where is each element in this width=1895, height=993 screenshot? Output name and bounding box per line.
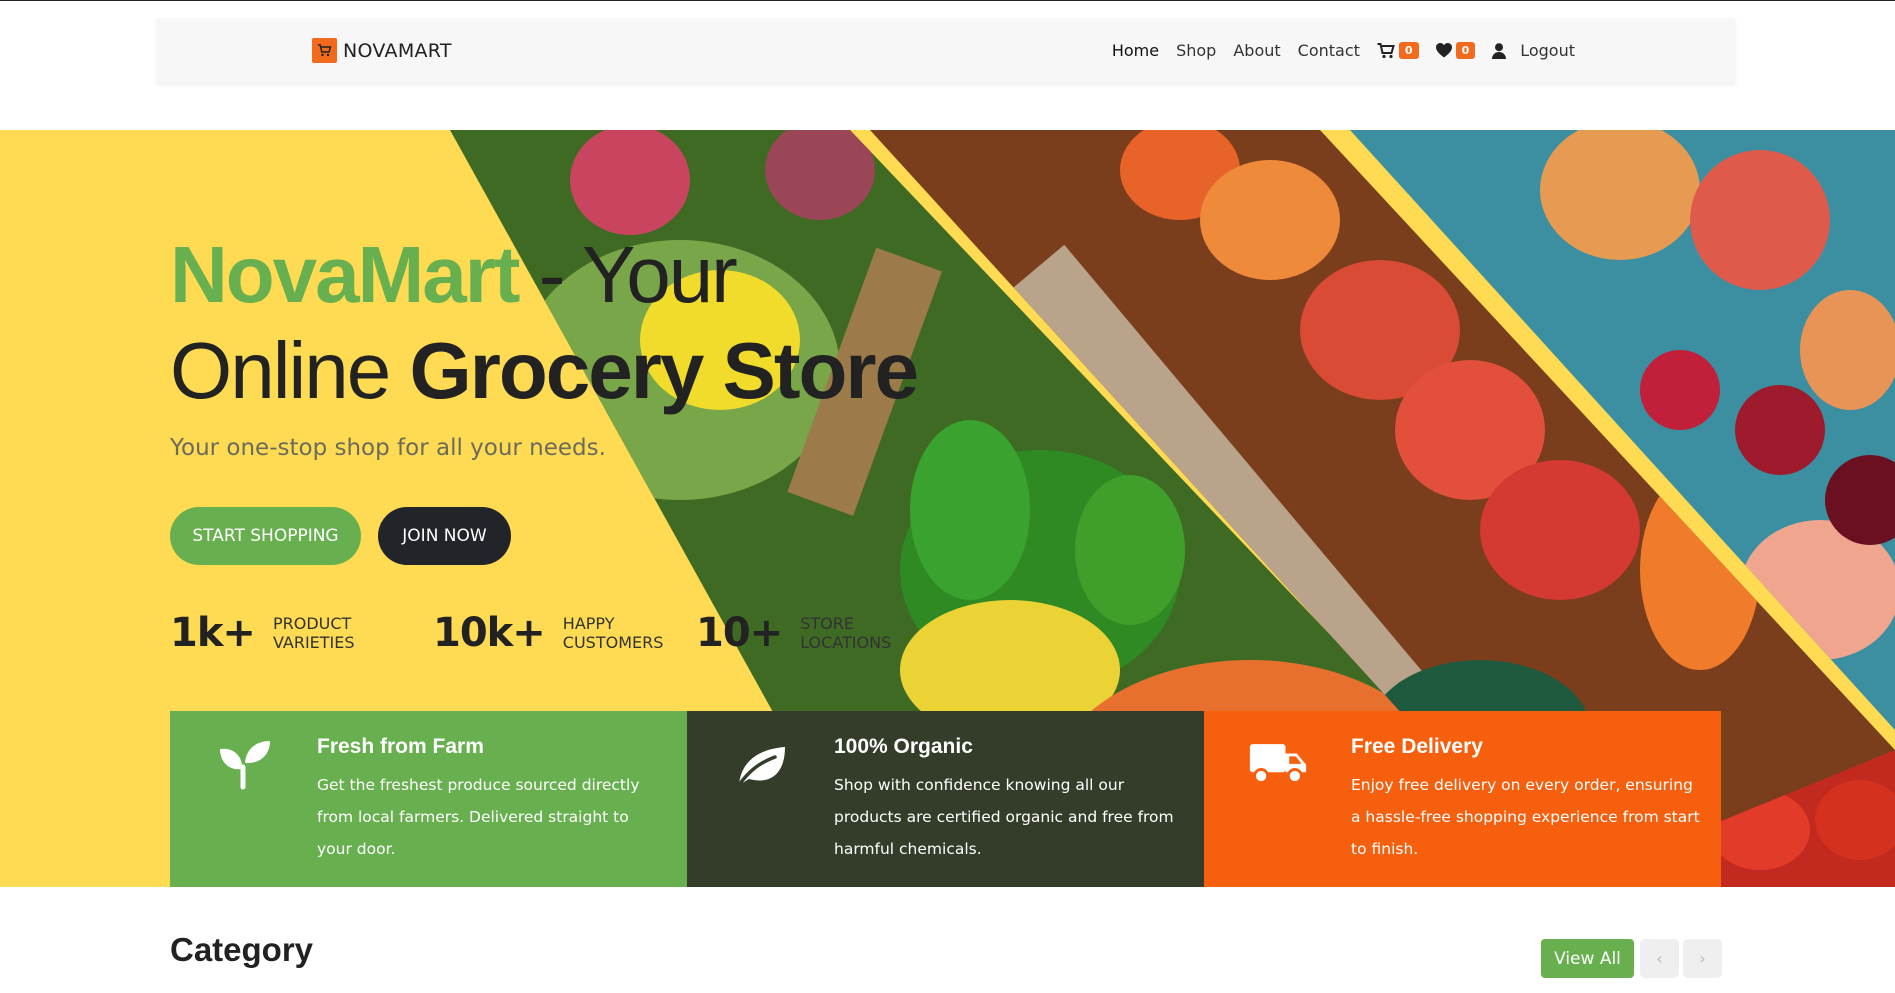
feature-organic: 100% Organic Shop with confidence knowin…	[687, 711, 1204, 887]
logout-link[interactable]: Logout	[1520, 41, 1575, 60]
chevron-left-icon: ‹	[1656, 949, 1663, 968]
carousel-next-button[interactable]: ›	[1683, 939, 1722, 978]
sprout-icon	[220, 741, 270, 790]
feature-text: Get the freshest produce sourced directl…	[317, 776, 640, 858]
hero-subtitle: Your one-stop shop for all your needs.	[170, 435, 606, 461]
feature-free-delivery: Free Delivery Enjoy free delivery on eve…	[1204, 711, 1721, 887]
stat-value: 10k+	[433, 610, 546, 656]
nav-links: Home Shop About Contact 0 0 Logout	[1112, 18, 1575, 83]
cart-count-badge: 0	[1398, 42, 1419, 59]
stat-label: STORE LOCATIONS	[800, 614, 892, 652]
hero-title-accent: NovaMart	[170, 230, 521, 319]
hero-title-line2-bold: Grocery Store	[409, 326, 919, 415]
cart-icon	[1377, 42, 1395, 58]
feature-title: Free Delivery	[1351, 735, 1483, 758]
leaf-icon	[737, 747, 785, 787]
hero-title-line2: Online Grocery Store	[170, 326, 919, 416]
stat-store-locations: 10+ STORE LOCATIONS	[696, 610, 940, 656]
start-shopping-button[interactable]: START SHOPPING	[170, 507, 361, 565]
nav-wishlist[interactable]: 0	[1435, 42, 1476, 59]
stat-product-varieties: 1k+ PRODUCT VARIETIES	[170, 610, 413, 656]
feature-title: 100% Organic	[834, 735, 973, 758]
stat-happy-customers: 10k+ HAPPY CUSTOMERS	[433, 610, 703, 656]
user-icon	[1492, 42, 1507, 59]
nav-cart[interactable]: 0	[1377, 42, 1419, 59]
features-row: Fresh from Farm Get the freshest produce…	[170, 711, 1721, 887]
brand[interactable]: NOVAMART	[312, 38, 452, 63]
chevron-right-icon: ›	[1699, 949, 1706, 968]
brand-name: NOVAMART	[343, 39, 452, 62]
nav-shop[interactable]: Shop	[1176, 41, 1216, 60]
hero-title-rest: - Your	[518, 230, 738, 319]
nav-home[interactable]: Home	[1112, 41, 1159, 60]
category-heading: Category	[170, 931, 314, 968]
view-all-button[interactable]: View All	[1541, 939, 1634, 978]
navbar: NOVAMART Home Shop About Contact 0 0 Log…	[157, 18, 1735, 83]
stat-label: PRODUCT VARIETIES	[272, 614, 355, 652]
feature-title: Fresh from Farm	[317, 735, 484, 758]
nav-user[interactable]: Logout	[1492, 41, 1575, 60]
stat-label: HAPPY CUSTOMERS	[562, 614, 664, 652]
carousel-prev-button[interactable]: ‹	[1640, 939, 1679, 978]
hero-title-line1: NovaMart - Your	[170, 230, 738, 320]
feature-text: Shop with confidence knowing all our pro…	[834, 776, 1174, 858]
heart-icon	[1435, 43, 1452, 58]
stat-value: 1k+	[170, 610, 256, 656]
feature-text: Enjoy free delivery on every order, ensu…	[1351, 776, 1700, 858]
stat-value: 10+	[696, 610, 783, 656]
truck-icon	[1249, 744, 1307, 784]
nav-contact[interactable]: Contact	[1298, 41, 1360, 60]
hero-title-line2-normal: Online	[170, 326, 410, 415]
cart-logo-icon	[312, 38, 337, 63]
feature-fresh-from-farm: Fresh from Farm Get the freshest produce…	[170, 711, 687, 887]
nav-about[interactable]: About	[1233, 41, 1280, 60]
join-now-button[interactable]: JOIN NOW	[378, 507, 511, 565]
wishlist-count-badge: 0	[1455, 42, 1476, 59]
